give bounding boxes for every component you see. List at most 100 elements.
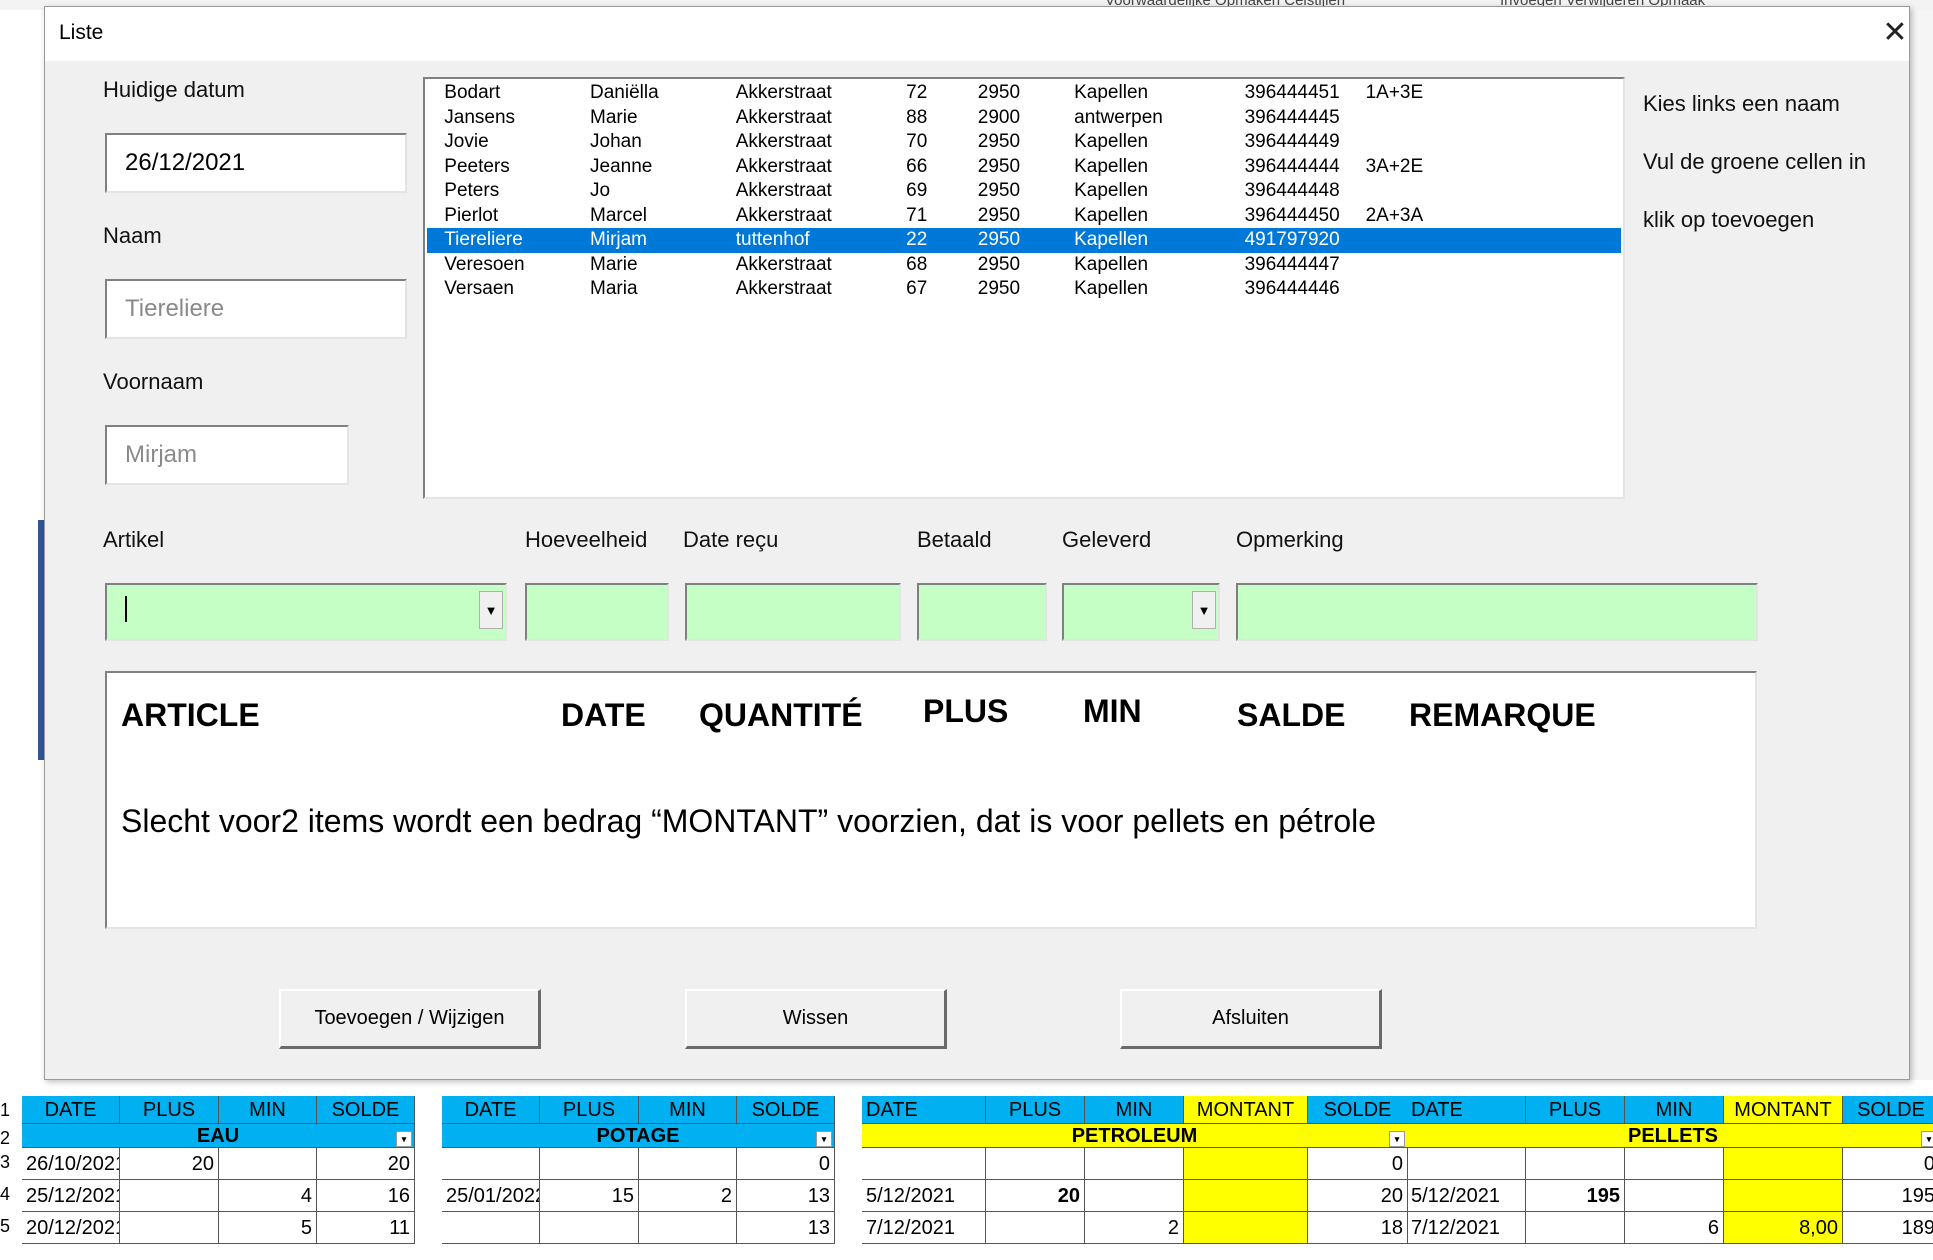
column-header-solde[interactable]: SOLDE (317, 1096, 415, 1124)
filter-dropdown-icon[interactable]: ▾ (1389, 1131, 1405, 1147)
sheet-cell[interactable] (1085, 1148, 1184, 1180)
sheet-cell[interactable]: 189 (1843, 1212, 1933, 1244)
sheet-cell[interactable]: 20/12/2021 (22, 1212, 120, 1244)
sheet-cell[interactable]: 6 (1625, 1212, 1724, 1244)
sheet-cell[interactable]: 5 (219, 1212, 317, 1244)
group-header-eau[interactable]: EAU ▾ (22, 1124, 415, 1148)
column-header-plus[interactable]: PLUS (1526, 1096, 1625, 1124)
column-header-plus[interactable]: PLUS (540, 1096, 639, 1124)
listbox-row[interactable]: Jovie Johan Akkerstraat 70 2950 Kapellen 39644… (427, 130, 1621, 155)
column-header-solde[interactable]: SOLDE (1308, 1096, 1408, 1124)
opmerking-input[interactable] (1236, 583, 1758, 641)
sheet-cell[interactable]: 20 (120, 1148, 219, 1180)
sheet-cell[interactable]: 4 (219, 1180, 317, 1212)
column-header-min[interactable]: MIN (1625, 1096, 1724, 1124)
sheet-cell[interactable] (1184, 1148, 1308, 1180)
column-header-montant[interactable]: MONTANT (1724, 1096, 1843, 1124)
chevron-down-icon[interactable]: ▼ (479, 591, 503, 629)
sheet-cell[interactable]: 16 (317, 1180, 415, 1212)
sheet-cell[interactable]: 13 (737, 1180, 835, 1212)
column-header-montant[interactable]: MONTANT (1184, 1096, 1308, 1124)
group-header-petroleum[interactable]: PETROLEUM ▾ (862, 1124, 1408, 1148)
column-header-solde[interactable]: SOLDE (1843, 1096, 1933, 1124)
column-header-date[interactable]: DATE (22, 1096, 120, 1124)
chevron-down-icon[interactable]: ▼ (1192, 591, 1216, 629)
sheet-cell[interactable]: 2 (639, 1180, 737, 1212)
sheet-cell[interactable]: 20 (1308, 1180, 1408, 1212)
naam-field[interactable]: Tiereliere (105, 279, 407, 339)
sheet-cell[interactable]: 13 (737, 1212, 835, 1244)
sheet-cell[interactable] (862, 1148, 986, 1180)
group-header-pellets[interactable]: PELLETS ▾ (1407, 1124, 1933, 1148)
sheet-cell[interactable]: 25/12/2021 (22, 1180, 120, 1212)
filter-dropdown-icon[interactable]: ▾ (396, 1131, 412, 1147)
sheet-cell[interactable]: 195 (1526, 1180, 1625, 1212)
listbox-row[interactable]: Jansens Marie Akkerstraat 88 2900 antwerpen 39… (427, 106, 1621, 131)
sheet-cell[interactable]: 20 (317, 1148, 415, 1180)
toevoegen-wijzigen-button[interactable]: Toevoegen / Wijzigen (279, 989, 541, 1049)
sheet-cell[interactable] (1407, 1148, 1526, 1180)
sheet-cell[interactable]: 11 (317, 1212, 415, 1244)
sheet-cell[interactable] (1526, 1212, 1625, 1244)
column-header-solde[interactable]: SOLDE (737, 1096, 835, 1124)
sheet-cell[interactable]: 0 (1308, 1148, 1408, 1180)
sheet-cell[interactable]: 0 (1843, 1148, 1933, 1180)
sheet-cell[interactable] (1724, 1148, 1843, 1180)
sheet-cell[interactable]: 8,00 (1724, 1212, 1843, 1244)
column-header-plus[interactable]: PLUS (120, 1096, 219, 1124)
column-header-date[interactable]: DATE (442, 1096, 540, 1124)
sheet-cell[interactable]: 5/12/2021 (862, 1180, 986, 1212)
listbox-row[interactable]: Versaen Maria Akkerstraat 67 2950 Kapellen 396… (427, 277, 1621, 302)
sheet-cell[interactable] (1184, 1212, 1308, 1244)
sheet-cell[interactable] (1526, 1148, 1625, 1180)
sheet-cell[interactable]: 25/01/2022 (442, 1180, 540, 1212)
listbox-row[interactable]: Veresoen Marie Akkerstraat 68 2950 Kapellen 39… (427, 253, 1621, 278)
sheet-cell[interactable] (1625, 1180, 1724, 1212)
sheet-cell[interactable] (1085, 1180, 1184, 1212)
sheet-cell[interactable]: 195 (1843, 1180, 1933, 1212)
column-header-min[interactable]: MIN (219, 1096, 317, 1124)
sheet-cell[interactable] (1724, 1180, 1843, 1212)
sheet-cell[interactable]: 7/12/2021 (1407, 1212, 1526, 1244)
sheet-cell[interactable]: 26/10/2021 (22, 1148, 120, 1180)
sheet-cell[interactable] (639, 1212, 737, 1244)
sheet-cell[interactable]: 0 (737, 1148, 835, 1180)
listbox-row[interactable]: Bodart Daniëlla Akkerstraat 72 2950 Kapellen 3… (427, 81, 1621, 106)
sheet-cell[interactable] (442, 1212, 540, 1244)
huidige-datum-field[interactable]: 26/12/2021 (105, 133, 407, 193)
sheet-cell[interactable]: 2 (1085, 1212, 1184, 1244)
sheet-cell[interactable] (986, 1212, 1085, 1244)
hoeveelheid-input[interactable] (525, 583, 669, 641)
listbox-row[interactable]: Peeters Jeanne Akkerstraat 66 2950 Kapellen 39… (427, 155, 1621, 180)
sheet-cell[interactable]: 5/12/2021 (1407, 1180, 1526, 1212)
artikel-combobox[interactable]: ▼ (105, 583, 507, 641)
date-recu-input[interactable] (685, 583, 901, 641)
sheet-cell[interactable] (540, 1212, 639, 1244)
listbox-row[interactable]: Tiereliere Mirjam tuttenhof 22 2950 Kapellen 4… (427, 228, 1621, 253)
sheet-cell[interactable] (219, 1148, 317, 1180)
group-header-potage[interactable]: POTAGE ▾ (442, 1124, 835, 1148)
sheet-cell[interactable]: 7/12/2021 (862, 1212, 986, 1244)
column-header-min[interactable]: MIN (1085, 1096, 1184, 1124)
filter-dropdown-icon[interactable]: ▾ (1921, 1131, 1933, 1147)
names-listbox[interactable]: Bodart Daniëlla Akkerstraat 72 2950 Kapellen 3… (423, 77, 1625, 499)
sheet-cell[interactable]: 15 (540, 1180, 639, 1212)
listbox-row[interactable]: Peters Jo Akkerstraat 69 2950 Kapellen 3964444… (427, 179, 1621, 204)
column-header-date[interactable]: DATE (862, 1096, 986, 1124)
column-header-min[interactable]: MIN (639, 1096, 737, 1124)
listbox-row[interactable]: Pierlot Marcel Akkerstraat 71 2950 Kapellen 39… (427, 204, 1621, 229)
column-header-plus[interactable]: PLUS (986, 1096, 1085, 1124)
afsluiten-button[interactable]: Afsluiten (1120, 989, 1382, 1049)
column-header-date[interactable]: DATE (1407, 1096, 1526, 1124)
sheet-cell[interactable] (986, 1148, 1085, 1180)
sheet-cell[interactable] (120, 1180, 219, 1212)
sheet-cell[interactable] (540, 1148, 639, 1180)
sheet-cell[interactable]: 20 (986, 1180, 1085, 1212)
voornaam-field[interactable]: Mirjam (105, 425, 349, 485)
geleverd-combobox[interactable]: ▼ (1062, 583, 1220, 641)
sheet-cell[interactable] (442, 1148, 540, 1180)
sheet-cell[interactable]: 18 (1308, 1212, 1408, 1244)
sheet-cell[interactable] (120, 1212, 219, 1244)
wissen-button[interactable]: Wissen (685, 989, 947, 1049)
sheet-cell[interactable] (639, 1148, 737, 1180)
